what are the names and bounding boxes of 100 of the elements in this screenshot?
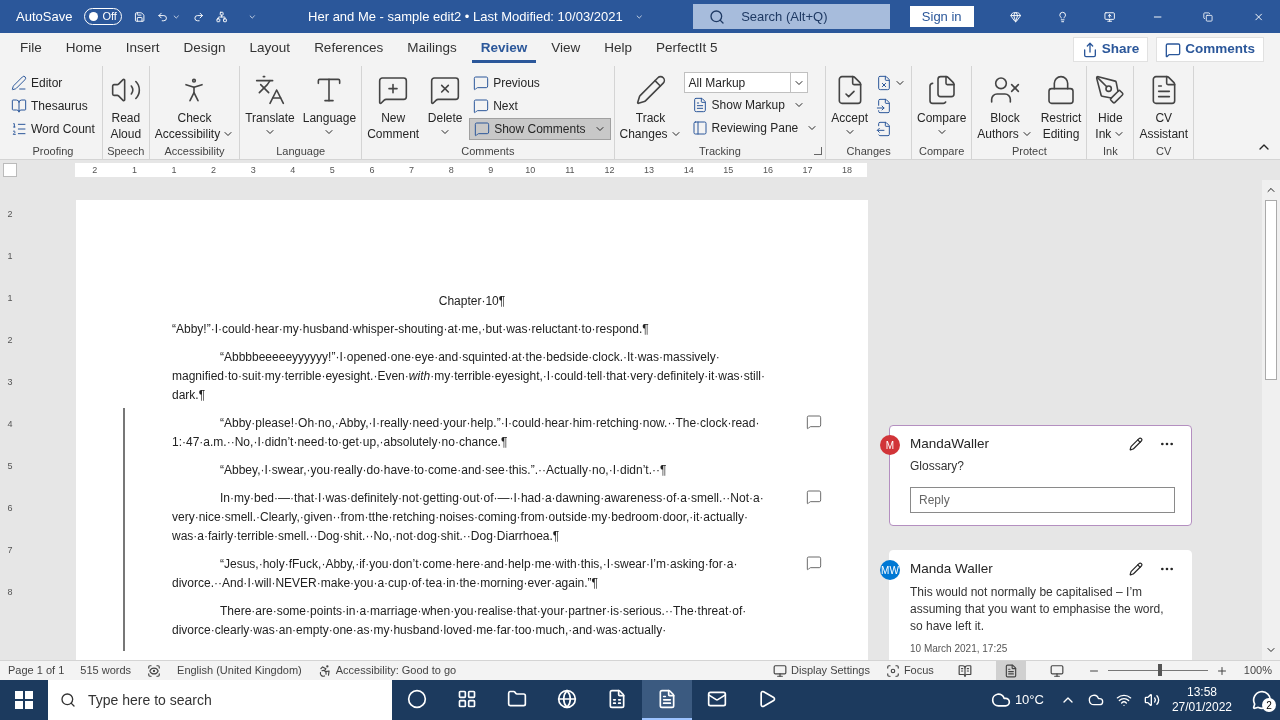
menu-tab[interactable]: Insert: [116, 36, 169, 63]
menu-tab[interactable]: Help: [595, 36, 642, 63]
ribbon-button[interactable]: Accept: [829, 70, 870, 138]
ruler-number: 12: [604, 165, 615, 175]
group-label: Proofing: [32, 143, 74, 159]
menu-tab[interactable]: References: [305, 36, 393, 63]
sign-in-button[interactable]: Sign in: [909, 6, 974, 27]
wifi-icon[interactable]: [1115, 692, 1132, 708]
menu-tab[interactable]: Review: [471, 36, 537, 63]
comment-author: Manda Waller: [910, 560, 994, 579]
proofing-icon[interactable]: [147, 663, 162, 678]
menu-tab[interactable]: Mailings: [398, 36, 466, 63]
edit-icon[interactable]: [1129, 437, 1143, 452]
ribbon-button[interactable]: Next: [469, 95, 611, 117]
display-settings-button[interactable]: Display Settings: [773, 662, 870, 679]
language-status[interactable]: English (United Kingdom): [177, 662, 302, 679]
ruler-number: 2: [92, 165, 98, 175]
clock-date[interactable]: 27/01/2022: [1171, 700, 1232, 715]
clock-time[interactable]: 13:58: [1186, 685, 1217, 700]
ribbon-button[interactable]: Delete: [425, 70, 466, 138]
document-title[interactable]: Her and Me - sample edit2 • Last Modified: 10/03/2021: [308, 6, 623, 27]
ribbon-button[interactable]: New Comment: [365, 70, 422, 142]
ribbon-button[interactable]: Compare: [915, 70, 969, 138]
ruler-number: 5: [329, 165, 335, 175]
cloud-icon[interactable]: [1087, 692, 1104, 708]
accessibility-status[interactable]: Accessibility: Good to go: [317, 662, 457, 679]
menu-tab[interactable]: PerfectIt 5: [647, 36, 727, 63]
ruler-number: 13: [644, 165, 655, 175]
speaker-icon[interactable]: [1143, 692, 1160, 708]
page-count[interactable]: Page 1 of 1: [8, 662, 65, 679]
play-icon: [757, 689, 777, 709]
menu-tab[interactable]: Layout: [240, 36, 300, 63]
ribbon-button[interactable]: Translate: [243, 70, 297, 138]
ribbon-button[interactable]: Language: [300, 70, 359, 138]
taskbar-search-field[interactable]: Type here to search: [48, 680, 392, 720]
focus-button[interactable]: Focus: [885, 662, 934, 679]
ribbon-button[interactable]: Reviewing Pane: [687, 117, 823, 139]
comments-button[interactable]: Comments: [1156, 37, 1264, 62]
search-field[interactable]: Search (Alt+Q): [693, 4, 890, 29]
ribbon-button[interactable]: Track Changes: [617, 70, 684, 142]
zoom-thumb[interactable]: [1157, 664, 1162, 676]
dialog-launcher-icon[interactable]: [814, 147, 823, 155]
scroll-thumb[interactable]: [1265, 200, 1277, 380]
comment-x-icon: [429, 74, 462, 106]
ruler-number: 1: [7, 252, 13, 261]
ribbon-button[interactable]: Word Count: [7, 118, 99, 140]
paragraph: “Abby·please!·Oh·no,·Abby,·I·really·need·your·help.”·I·could·hear·him·retching·now.··The·clock·read·1:·47·a.m.··No,·I·didn’t·need·to·get·up,·absolutely·no·chance.¶: [172, 415, 761, 451]
zoom-in-icon[interactable]: [1215, 664, 1228, 677]
taskbar-app[interactable]: [642, 680, 692, 720]
comment-marker-icon[interactable]: [806, 489, 822, 505]
ribbon-button[interactable]: Check Accessibility: [152, 70, 237, 142]
comment-text: Glossary?: [910, 458, 966, 476]
view-button[interactable]: [995, 660, 1026, 681]
ruler-number: 7: [7, 546, 13, 555]
menu-tab[interactable]: Design: [174, 36, 235, 63]
word-count[interactable]: 515 words: [80, 662, 132, 679]
reply-field[interactable]: Reply: [910, 487, 1175, 514]
focus-icon: [885, 663, 900, 678]
temperature[interactable]: 10°C: [1014, 690, 1044, 710]
ribbon-button[interactable]: Read Aloud: [105, 70, 146, 142]
comment-marker-icon[interactable]: [806, 555, 822, 571]
markup-select[interactable]: All Markup: [683, 72, 808, 93]
ribbon-button[interactable]: Block Authors: [975, 70, 1035, 142]
paragraph: There·are·some·points·in·a·marriage·when·you·realise·that·your·partner·is·serious.··The·threat·of·divorce·clearly·was·an·empty·one·as·my·husband·loved·me·far·too·much,·and·was·actually·: [172, 603, 748, 639]
ruler-number: 4: [290, 165, 296, 175]
numbered-list-icon: [11, 121, 27, 137]
ribbon-button[interactable]: Hide Ink: [1090, 70, 1131, 142]
notifications-button[interactable]: 2: [1244, 680, 1280, 720]
ruler-number: 6: [369, 165, 375, 175]
menu-tab[interactable]: File: [11, 36, 51, 63]
group-label: Comments: [461, 143, 515, 159]
mail-icon: [707, 689, 727, 709]
translate-icon: [253, 74, 286, 106]
menu-tab[interactable]: View: [542, 36, 590, 63]
cloud-icon[interactable]: [990, 690, 1011, 710]
ruler-number: 18: [842, 165, 853, 175]
windows-logo-icon[interactable]: [15, 691, 33, 709]
ribbon-button[interactable]: Show Markup: [687, 94, 823, 116]
user-blocked-icon: [989, 74, 1021, 106]
ribbon-button[interactable]: Restrict Editing: [1038, 70, 1084, 142]
comment-marker-icon[interactable]: [806, 414, 822, 430]
ribbon-button[interactable]: Thesaurus: [7, 95, 99, 117]
menu-tab[interactable]: Home: [56, 36, 111, 63]
ribbon-button[interactable]: Show Comments: [469, 118, 611, 140]
share-button[interactable]: Share: [1072, 37, 1149, 62]
ribbon-button[interactable]: Editor: [7, 72, 99, 94]
edit-icon[interactable]: [1129, 562, 1143, 577]
ruler-number: 17: [802, 165, 813, 175]
comment-date: 10 March 2021, 17:25: [910, 642, 1008, 654]
pencil-icon: [634, 74, 667, 106]
comment-author: MandaWaller: [910, 435, 991, 453]
ruler-number: 16: [762, 165, 773, 175]
ruler-number: 1: [171, 165, 177, 175]
zoom-level[interactable]: 100%: [1243, 662, 1272, 679]
document-arrow-icon: [876, 121, 892, 137]
restore-icon[interactable]: [1202, 9, 1213, 24]
ribbon-button[interactable]: Previous: [469, 72, 611, 94]
pen-icon: [11, 75, 27, 91]
vertical-scrollbar[interactable]: [1262, 180, 1280, 660]
ribbon-button[interactable]: CV Assistant: [1137, 70, 1191, 142]
